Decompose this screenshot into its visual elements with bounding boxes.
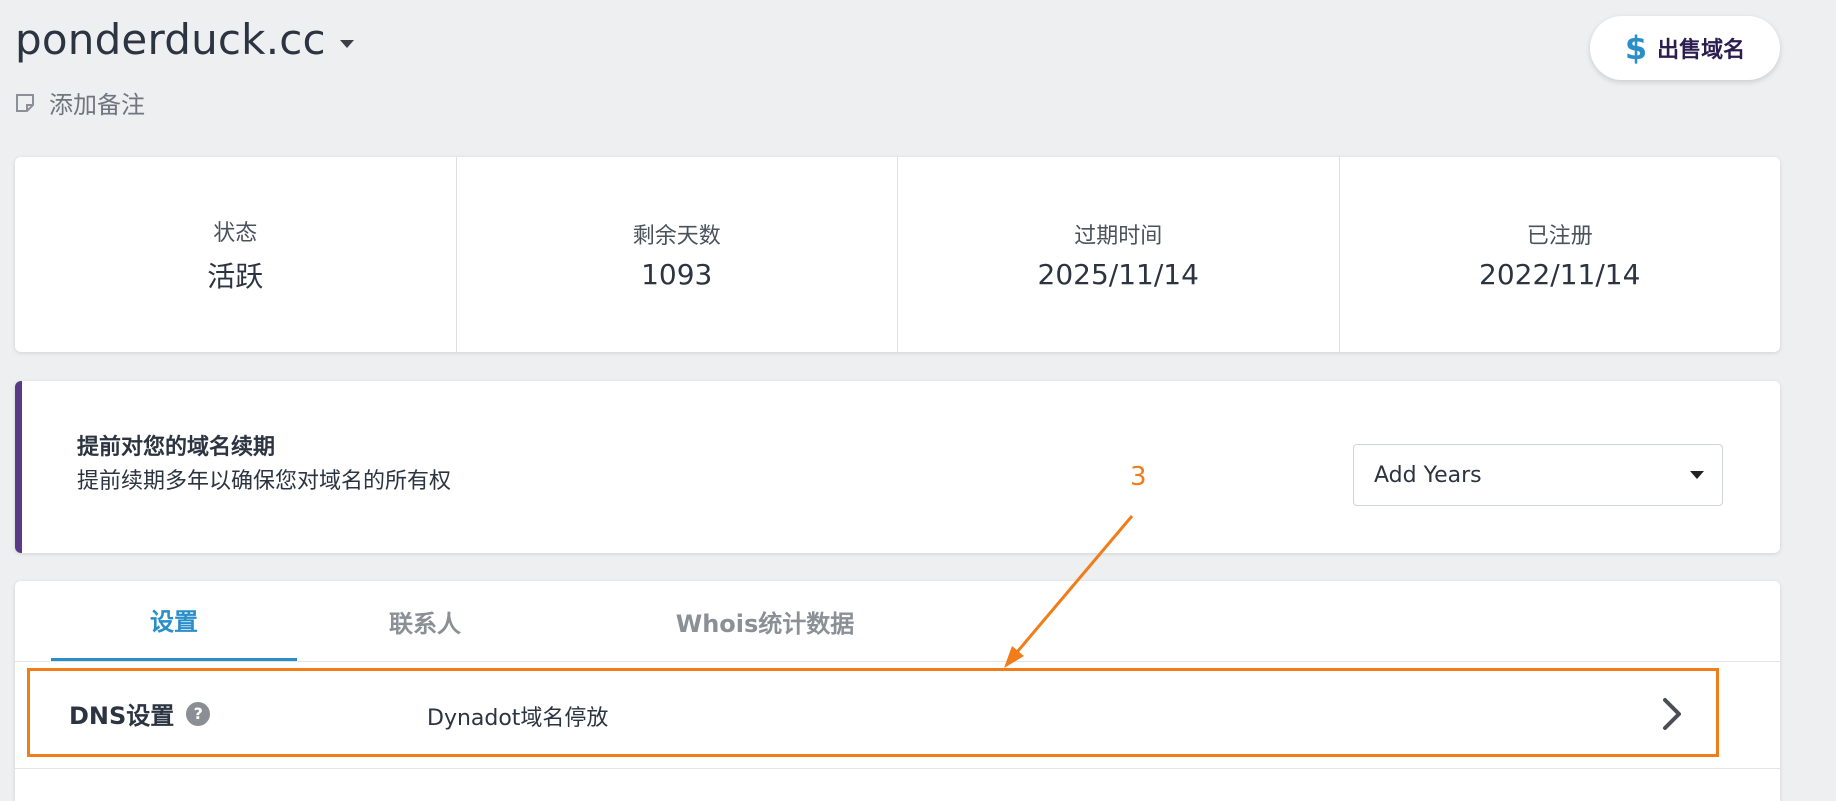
stat-value: 2022/11/14 [1479,258,1641,291]
stat-expiry-date: 过期时间 2025/11/14 [898,157,1340,352]
tab-bar: 设置 联系人 Whois统计数据 [15,581,1780,662]
early-renewal-card: 提前对您的域名续期 提前续期多年以确保您对域名的所有权 Add Years [15,381,1780,553]
caret-down-icon [1690,471,1704,479]
renewal-description: 提前续期多年以确保您对域名的所有权 [77,469,452,494]
domain-name: ponderduck.cc [15,15,326,64]
annotation-step-number: 3 [1130,462,1147,492]
accent-bar [15,381,22,553]
add-years-value: Add Years [1374,462,1482,488]
dns-settings-value: Dynadot域名停放 [427,706,609,731]
stat-registered-date: 已注册 2022/11/14 [1340,157,1781,352]
domain-stats-card: 状态 活跃 剩余天数 1093 过期时间 2025/11/14 已注册 2022… [15,157,1780,352]
renewal-title: 提前对您的域名续期 [77,435,276,460]
stat-label: 剩余天数 [632,224,721,249]
add-years-select[interactable]: Add Years [1353,444,1723,506]
tab-whois-stats[interactable]: Whois统计数据 [635,581,895,661]
stat-label: 过期时间 [1074,224,1163,249]
tab-contacts[interactable]: 联系人 [315,581,535,661]
stat-days-remaining: 剩余天数 1093 [457,157,898,352]
sell-domain-button[interactable]: $ 出售域名 [1590,16,1780,80]
chevron-right-icon [1663,698,1681,730]
dns-settings-row[interactable]: DNS设置 ? Dynadot域名停放 [15,662,1780,769]
stat-value: 2025/11/14 [1037,258,1199,291]
stat-value: 活跃 [207,259,264,293]
add-note-link[interactable]: 添加备注 [15,85,145,120]
note-icon [16,93,34,112]
stat-status: 状态 活跃 [15,157,457,352]
settings-panel: 设置 联系人 Whois统计数据 DNS设置 ? Dynadot域名停放 [15,581,1780,801]
chevron-down-icon [339,40,354,48]
dns-settings-label: DNS设置 [69,702,175,730]
stat-label: 状态 [213,220,258,246]
help-icon[interactable]: ? [186,701,211,726]
stat-value: 1093 [641,258,713,291]
tab-settings[interactable]: 设置 [51,581,297,661]
dns-label-group: DNS设置 ? [69,696,211,731]
dollar-icon: $ [1624,29,1648,67]
add-note-label: 添加备注 [49,91,145,119]
sell-domain-label: 出售域名 [1657,38,1746,63]
stat-label: 已注册 [1526,224,1593,249]
domain-selector[interactable]: ponderduck.cc [15,12,354,68]
